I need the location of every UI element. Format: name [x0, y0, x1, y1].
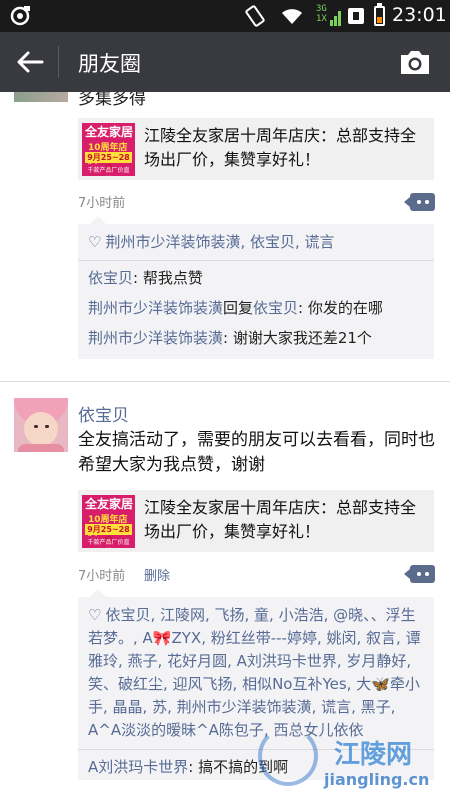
post-text: 多集多得 [78, 92, 146, 109]
delete-link[interactable]: 删除 [144, 565, 170, 584]
thumb-date: 9月25~28日 [85, 152, 132, 173]
shared-link-card[interactable]: 全友家居 10周年店庆 9月25~28日 千款产品厂价直销 江陵全友家居十周年店… [78, 118, 434, 180]
shared-link-title: 江陵全友家居十周年店庆：总部支持全场出厂价，集赞享好礼！ [144, 126, 417, 169]
status-bar: 3G 1X 23:01 [0, 0, 450, 32]
likes-list[interactable]: ♡ 荆州市少洋装饰装潢, 依宝贝, 谎言 [78, 224, 434, 260]
comment[interactable]: 荆州市少洋装饰装潢: 谢谢大家我还差21个 [78, 321, 434, 359]
shared-link-thumbnail: 全友家居 10周年店庆 9月25~28日 千款产品厂价直销 [82, 123, 135, 176]
comment-author[interactable]: 荆州市少洋装饰装潢 [88, 329, 223, 347]
app-bar-divider [58, 46, 59, 78]
screen-rotation-icon [245, 5, 265, 27]
comment-author[interactable]: A刘洪玛卡世界 [88, 758, 188, 776]
heart-icon: ♡ [88, 606, 102, 624]
post-author[interactable]: 依宝贝 [78, 401, 129, 426]
post-text: 全友搞活动了，需要的朋友可以去看看，同时也希望大家为我点赞，谢谢 [78, 430, 435, 475]
comment[interactable]: 依宝贝: 帮我点赞 [78, 261, 434, 291]
thumb-date: 9月25~28日 [85, 524, 132, 545]
app-bar: 朋友圈 [0, 32, 450, 92]
page-title: 朋友圈 [78, 52, 141, 76]
shared-link-card[interactable]: 全友家居 10周年店庆 9月25~28日 千款产品厂价直销 江陵全友家居十周年店… [78, 490, 434, 552]
post-divider [0, 381, 450, 382]
moments-feed[interactable]: 多集多得 全友家居 10周年店庆 9月25~28日 千款产品厂价直销 江陵全友家… [0, 92, 450, 800]
signal-labels: 3G 1X [316, 4, 327, 24]
comment[interactable]: 荆州市少洋装饰装潢回复依宝贝: 你发的在哪 [78, 291, 434, 321]
signal-strength-icon [330, 11, 341, 26]
thumb-brand: 全友家居 [85, 125, 134, 139]
avatar[interactable] [14, 92, 68, 102]
comment-author[interactable]: 荆州市少洋装饰装潢 [88, 299, 223, 317]
comments-box: ♡ 荆州市少洋装饰装潢, 依宝贝, 谎言 依宝贝: 帮我点赞 荆州市少洋装饰装潢回… [78, 216, 434, 359]
thumb-footer: 千款产品厂价直销 [87, 167, 130, 174]
post-timestamp: 7小时前 [78, 196, 126, 211]
site-watermark: 江陵网 jiangling.cn [254, 716, 450, 800]
sim-type-label: 1X [316, 14, 327, 24]
post-actions-button[interactable] [404, 565, 435, 583]
network-type-label: 3G [316, 4, 327, 14]
shared-link-title: 江陵全友家居十周年店庆：总部支持全场出厂价，集赞享好礼！ [144, 498, 417, 541]
comment-author[interactable]: 依宝贝 [88, 269, 133, 287]
watermark-logo-icon [258, 726, 318, 786]
likes-names[interactable]: 荆州市少洋装饰装潢, 依宝贝, 谎言 [105, 233, 334, 251]
clock: 23:01 [392, 4, 447, 26]
heart-icon: ♡ [88, 233, 102, 251]
comment-text: : 谢谢大家我还差21个 [223, 329, 372, 347]
watermark-url: jiangling.cn [324, 770, 430, 789]
wifi-icon [282, 9, 302, 24]
post-timestamp: 7小时前 [78, 569, 126, 584]
watermark-name: 江陵网 [334, 740, 413, 770]
post-actions-button[interactable] [404, 193, 435, 211]
camera-icon[interactable] [398, 47, 432, 77]
reply-label: 回复 [223, 299, 254, 317]
comment-text: : 你发的在哪 [298, 299, 383, 317]
thumb-footer: 千款产品厂价直销 [87, 539, 130, 546]
back-arrow-icon[interactable] [14, 48, 46, 76]
avatar[interactable] [14, 398, 68, 452]
reply-target[interactable]: 依宝贝 [253, 299, 298, 317]
sim-card-icon [348, 8, 364, 24]
shared-link-thumbnail: 全友家居 10周年店庆 9月25~28日 千款产品厂价直销 [82, 495, 135, 548]
thumb-brand: 全友家居 [85, 497, 134, 511]
notification-icon [10, 6, 30, 26]
battery-icon [374, 3, 385, 26]
comment-text: : 帮我点赞 [133, 269, 203, 287]
